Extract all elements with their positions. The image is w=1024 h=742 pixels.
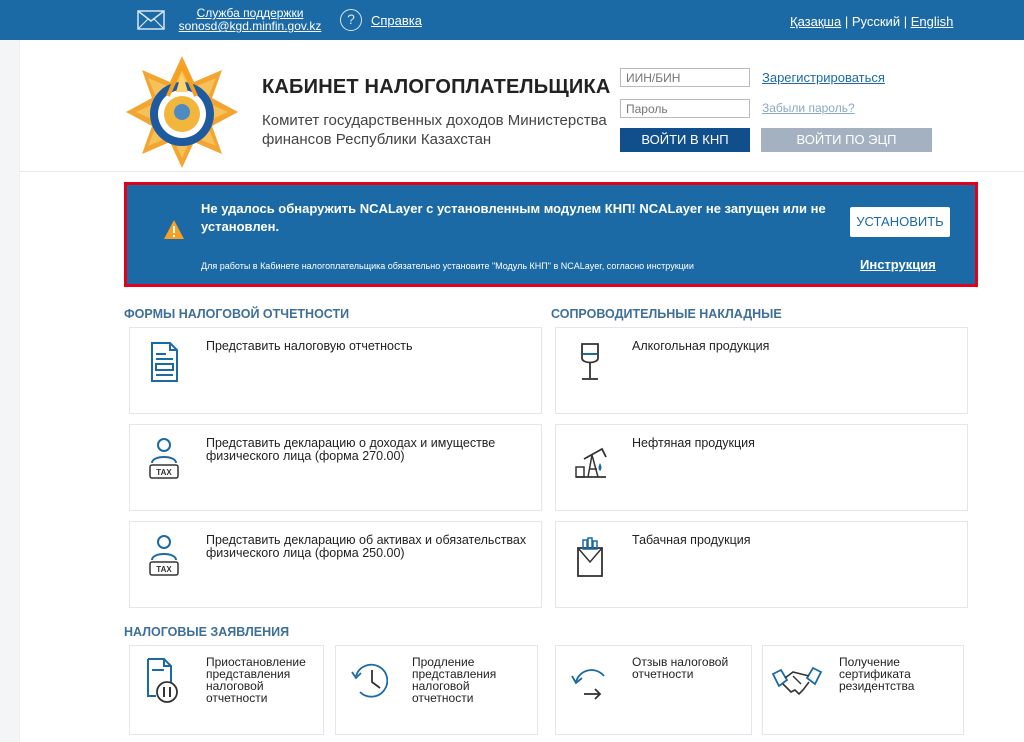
warning-icon xyxy=(164,220,184,239)
pause-document-icon xyxy=(147,658,178,703)
handshake-icon xyxy=(771,666,823,696)
card-residency-certificate[interactable]: Получение сертификата резидентства xyxy=(762,645,964,735)
forgot-password-link[interactable]: Забыли пароль? xyxy=(762,101,855,115)
card-label: Отзыв налоговой отчетности xyxy=(632,655,729,681)
lang-russian[interactable]: Русский xyxy=(852,14,900,29)
card-label: Получение сертификата резидентства xyxy=(839,655,915,693)
password-input[interactable] xyxy=(620,99,750,118)
alert-note: Для работы в Кабинете налогоплательщика … xyxy=(201,261,694,271)
withdraw-arrow-icon xyxy=(571,669,605,700)
document-icon xyxy=(151,342,178,382)
instruction-link[interactable]: Инструкция xyxy=(860,257,936,272)
lang-separator: | xyxy=(903,14,908,29)
help-link[interactable]: Справка xyxy=(371,13,422,28)
section-title-waybills: СОПРОВОДИТЕЛЬНЫЕ НАКЛАДНЫЕ xyxy=(551,307,782,321)
support-link[interactable]: Служба поддержки sonosd@kgd.minfin.gov.k… xyxy=(172,7,328,33)
card-label: Продление представления налоговой отчетн… xyxy=(412,655,497,705)
clock-back-icon xyxy=(351,663,388,698)
section-title-tax-forms: ФОРМЫ НАЛОГОВОЙ ОТЧЕТНОСТИ xyxy=(124,307,350,321)
card-label: Нефтяная продукция xyxy=(632,436,755,450)
card-declaration-270[interactable]: TAX Представить декларацию о доходах и и… xyxy=(129,424,542,511)
section-title-applications: НАЛОГОВЫЕ ЗАЯВЛЕНИЯ xyxy=(124,625,290,639)
card-label: Табачная продукция xyxy=(632,533,751,547)
kgd-emblem-logo xyxy=(126,56,238,168)
install-button[interactable]: УСТАНОВИТЬ xyxy=(850,207,950,237)
card-submit-tax-report[interactable]: Представить налоговую отчетность xyxy=(129,327,542,414)
question-icon[interactable]: ? xyxy=(340,9,362,31)
support-email[interactable]: sonosd@kgd.minfin.gov.kz xyxy=(172,20,328,33)
alert-title: Не удалось обнаружить NCALayer с установ… xyxy=(201,201,826,234)
tax-icon-text: TAX xyxy=(156,468,172,477)
card-extend-reporting[interactable]: Продление представления налоговой отчетн… xyxy=(335,645,538,735)
oil-pump-icon xyxy=(575,447,607,478)
header-divider xyxy=(20,171,1024,172)
tax-person-icon: TAX xyxy=(149,535,179,576)
login-ecp-button[interactable]: ВОЙТИ ПО ЭЦП xyxy=(761,128,932,152)
wine-glass-icon xyxy=(581,343,599,380)
login-knp-button[interactable]: ВОЙТИ В КНП xyxy=(620,128,750,152)
cabinet-title: КАБИНЕТ НАЛОГОПЛАТЕЛЬЩИКА xyxy=(262,76,611,98)
lang-kazakh[interactable]: Қазақша xyxy=(790,14,841,29)
lang-separator: | xyxy=(844,14,849,29)
card-tobacco-products[interactable]: Табачная продукция xyxy=(555,521,968,608)
card-suspend-reporting[interactable]: Приостановление представления налоговой … xyxy=(129,645,324,735)
language-switcher: Қазақша | Русский | English xyxy=(790,14,953,29)
left-gutter xyxy=(0,0,20,742)
register-link[interactable]: Зарегистрироваться xyxy=(762,70,885,85)
iin-input[interactable] xyxy=(620,68,750,87)
tax-person-icon: TAX xyxy=(149,438,179,479)
tax-icon-text: TAX xyxy=(156,565,172,574)
card-declaration-250[interactable]: TAX Представить декларацию об активах и … xyxy=(129,521,542,608)
card-label: Представить налоговую отчетность xyxy=(206,339,413,353)
card-label: Приостановление представления налоговой … xyxy=(206,655,306,705)
card-alcohol-products[interactable]: Алкогольная продукция xyxy=(555,327,968,414)
card-withdraw-reporting[interactable]: Отзыв налоговой отчетности xyxy=(555,645,752,735)
card-oil-products[interactable]: Нефтяная продукция xyxy=(555,424,968,511)
top-bar: Служба поддержки sonosd@kgd.minfin.gov.k… xyxy=(0,0,1024,40)
card-label: Представить декларацию об активах и обяз… xyxy=(206,533,527,560)
lang-english[interactable]: English xyxy=(911,14,954,29)
ncalayer-alert: Не удалось обнаружить NCALayer с установ… xyxy=(124,182,978,287)
card-label: Представить декларацию о доходах и имуще… xyxy=(206,436,496,463)
cigarette-pack-icon xyxy=(577,537,603,577)
envelope-icon[interactable] xyxy=(137,10,165,30)
committee-subtitle: Комитет государственных доходов Министер… xyxy=(262,112,607,148)
card-label: Алкогольная продукция xyxy=(632,339,770,353)
